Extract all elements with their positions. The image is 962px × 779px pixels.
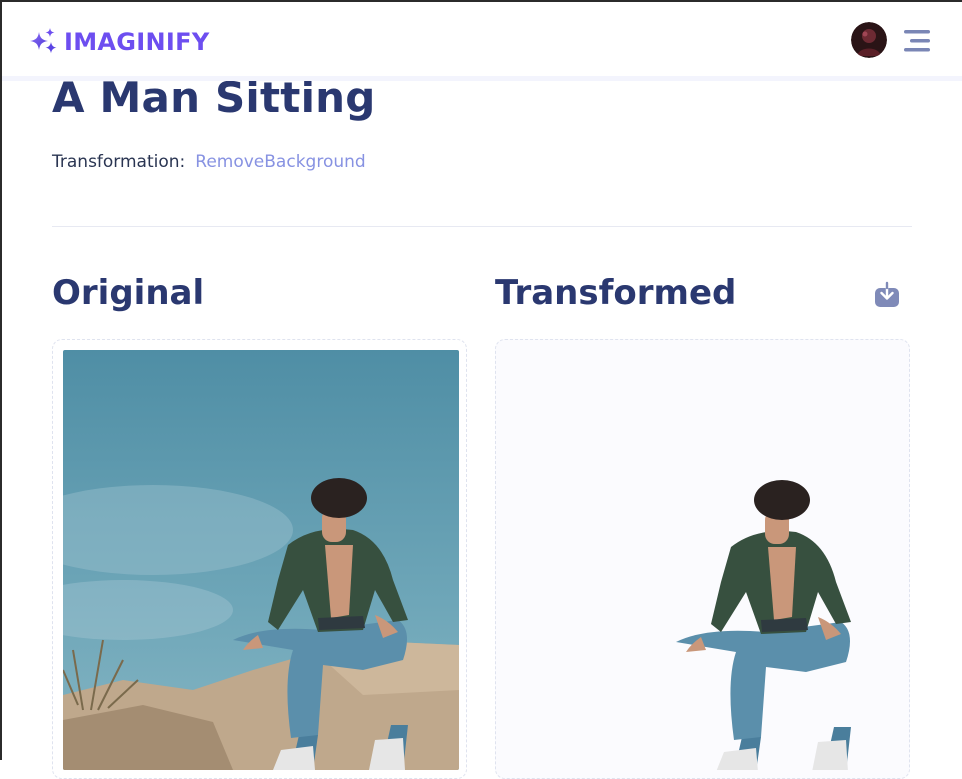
top-navbar: IMAGINIFY xyxy=(2,2,962,81)
user-avatar[interactable] xyxy=(851,22,887,58)
transformation-info: Transformation: RemoveBackground xyxy=(52,150,366,174)
section-divider xyxy=(52,226,912,227)
transformation-type: RemoveBackground xyxy=(195,152,366,172)
logo-link[interactable]: IMAGINIFY xyxy=(28,26,210,58)
original-image xyxy=(63,350,459,770)
original-image-card xyxy=(52,339,467,779)
transformation-label: Transformation: xyxy=(52,152,186,172)
download-button[interactable] xyxy=(872,281,902,309)
logo-text: IMAGINIFY xyxy=(64,28,210,56)
original-title: Original xyxy=(52,273,205,313)
transformed-title: Transformed xyxy=(495,273,737,313)
window-frame-left xyxy=(0,0,2,760)
transformed-image xyxy=(496,340,911,770)
sparkle-icon xyxy=(30,28,57,54)
download-icon xyxy=(875,281,899,307)
hamburger-menu-icon[interactable] xyxy=(902,27,932,55)
transformed-image-card xyxy=(495,339,910,779)
